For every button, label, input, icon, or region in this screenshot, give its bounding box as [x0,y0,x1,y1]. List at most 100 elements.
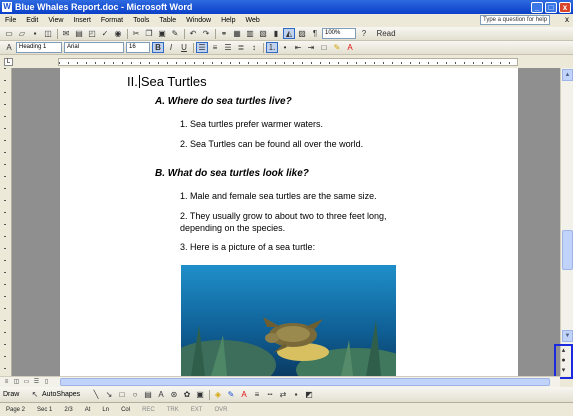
oval-icon[interactable]: ○ [129,389,141,400]
font-size-select[interactable]: 16 [126,42,150,53]
maximize-button[interactable]: □ [545,1,557,13]
fill-color-icon[interactable]: ◈ [212,389,224,400]
list-item[interactable]: 2. They usually grow to about two to thr… [180,211,386,221]
select-objects-icon[interactable]: ↖ [29,389,41,400]
read-button[interactable]: Read [371,28,401,39]
line-spacing-icon[interactable]: ↕ [248,42,260,53]
insert-table-icon[interactable]: ▥ [244,28,256,39]
line-style-icon[interactable]: ≡ [251,389,263,400]
print-preview-icon[interactable]: ◰ [86,28,98,39]
outline-view-icon[interactable]: ☰ [32,378,41,386]
web-view-icon[interactable]: ◫ [12,378,21,386]
minimize-button[interactable]: _ [531,1,543,13]
shadow-style-icon[interactable]: ▪ [290,389,302,400]
subheading-a[interactable]: A. Where do sea turtles live? [155,96,292,107]
undo-icon[interactable]: ↶ [187,28,199,39]
help-icon[interactable]: ? [358,28,370,39]
status-rec[interactable]: REC [136,407,161,413]
menu-tools[interactable]: Tools [128,17,154,24]
sea-turtle-photo[interactable] [181,265,396,376]
bullets-icon[interactable]: • [279,42,291,53]
menu-table[interactable]: Table [154,17,181,24]
arrow-style-icon[interactable]: ⇄ [277,389,289,400]
horizontal-ruler[interactable]: L [0,56,573,68]
document-map-icon[interactable]: ▨ [296,28,308,39]
select-browse-object-icon[interactable]: ● [556,356,571,366]
styles-icon[interactable]: A [3,42,15,53]
text-box-icon[interactable]: ▤ [142,389,154,400]
align-left-icon[interactable]: ☰ [196,42,208,53]
numbering-icon[interactable]: ⒈ [266,42,278,53]
scroll-down-icon[interactable]: ▼ [562,330,573,342]
list-item[interactable]: 2. Sea Turtles can be found all over the… [180,139,363,149]
status-trk[interactable]: TRK [161,407,185,413]
tables-borders-icon[interactable]: ▦ [231,28,243,39]
redo-icon[interactable]: ↷ [200,28,212,39]
italic-button[interactable]: I [165,42,177,53]
new-document-icon[interactable]: ▭ [3,28,15,39]
menu-format[interactable]: Format [96,17,128,24]
style-select[interactable]: Heading 1 [16,42,62,53]
bold-button[interactable]: B [152,42,164,53]
word-app-icon[interactable]: W [2,2,12,12]
normal-view-icon[interactable]: ≡ [2,378,11,386]
print-icon[interactable]: ▤ [73,28,85,39]
menu-help[interactable]: Help [216,17,240,24]
previous-page-icon[interactable]: ▴ [556,346,571,356]
horizontal-scroll-thumb[interactable] [60,378,550,386]
horizontal-scrollbar[interactable]: ≡ ◫ ▭ ☰ ▯ [0,376,560,387]
status-ovr[interactable]: OVR [208,407,233,413]
show-hide-icon[interactable]: ¶ [309,28,321,39]
drawing-icon[interactable]: ◭ [283,28,295,39]
vertical-scrollbar[interactable]: ▲ ▼ [560,68,573,376]
subheading-b[interactable]: B. What do sea turtles look like? [155,168,309,179]
align-center-icon[interactable]: ≡ [209,42,221,53]
save-icon[interactable]: ▪ [29,28,41,39]
close-button[interactable]: x [559,1,571,13]
menu-web[interactable]: Web [240,17,264,24]
zoom-select[interactable]: 100% [322,28,356,39]
autoshapes-menu-button[interactable]: AutoShapes [42,391,90,398]
format-painter-icon[interactable]: ✎ [169,28,181,39]
hyperlink-icon[interactable]: ⚭ [218,28,230,39]
scroll-up-icon[interactable]: ▲ [562,69,573,81]
permission-icon[interactable]: ◫ [42,28,54,39]
line-color-icon[interactable]: ✎ [225,389,237,400]
line-icon[interactable]: ╲ [90,389,102,400]
3d-style-icon[interactable]: ◩ [303,389,315,400]
list-item[interactable]: 1. Male and female sea turtles are the s… [180,191,377,201]
dash-style-icon[interactable]: ┅ [264,389,276,400]
increase-indent-icon[interactable]: ⇥ [305,42,317,53]
reading-view-icon[interactable]: ▯ [42,378,51,386]
heading-sea-turtles[interactable]: II. Sea Turtles [127,74,207,89]
vertical-scroll-thumb[interactable] [562,230,573,270]
font-color-icon[interactable]: A [344,42,356,53]
research-icon[interactable]: ◉ [112,28,124,39]
insert-excel-icon[interactable]: ▧ [257,28,269,39]
close-document-icon[interactable]: x [565,15,569,24]
status-ext[interactable]: EXT [185,407,209,413]
email-icon[interactable]: ✉ [60,28,72,39]
columns-icon[interactable]: ▮ [270,28,282,39]
print-layout-icon[interactable]: ▭ [22,378,31,386]
draw-font-color-icon[interactable]: A [238,389,250,400]
outside-border-icon[interactable]: □ [318,42,330,53]
clip-art-icon[interactable]: ✿ [181,389,193,400]
menu-insert[interactable]: Insert [68,17,96,24]
menu-window[interactable]: Window [181,17,216,24]
list-item[interactable]: 3. Here is a picture of a sea turtle: [180,242,315,252]
menu-file[interactable]: File [0,17,21,24]
tab-selector[interactable]: L [4,58,13,66]
cut-icon[interactable]: ✂ [130,28,142,39]
font-select[interactable]: Arial [64,42,124,53]
underline-button[interactable]: U [178,42,190,53]
menu-view[interactable]: View [43,17,68,24]
list-item-continued[interactable]: depending on the species. [180,223,285,233]
align-right-icon[interactable]: ☰ [222,42,234,53]
copy-icon[interactable]: ❐ [143,28,155,39]
help-question-box[interactable]: Type a question for help [480,15,550,25]
wordart-icon[interactable]: A [155,389,167,400]
rectangle-icon[interactable]: □ [116,389,128,400]
next-page-icon[interactable]: ▾ [556,366,571,376]
insert-picture-icon[interactable]: ▣ [194,389,206,400]
